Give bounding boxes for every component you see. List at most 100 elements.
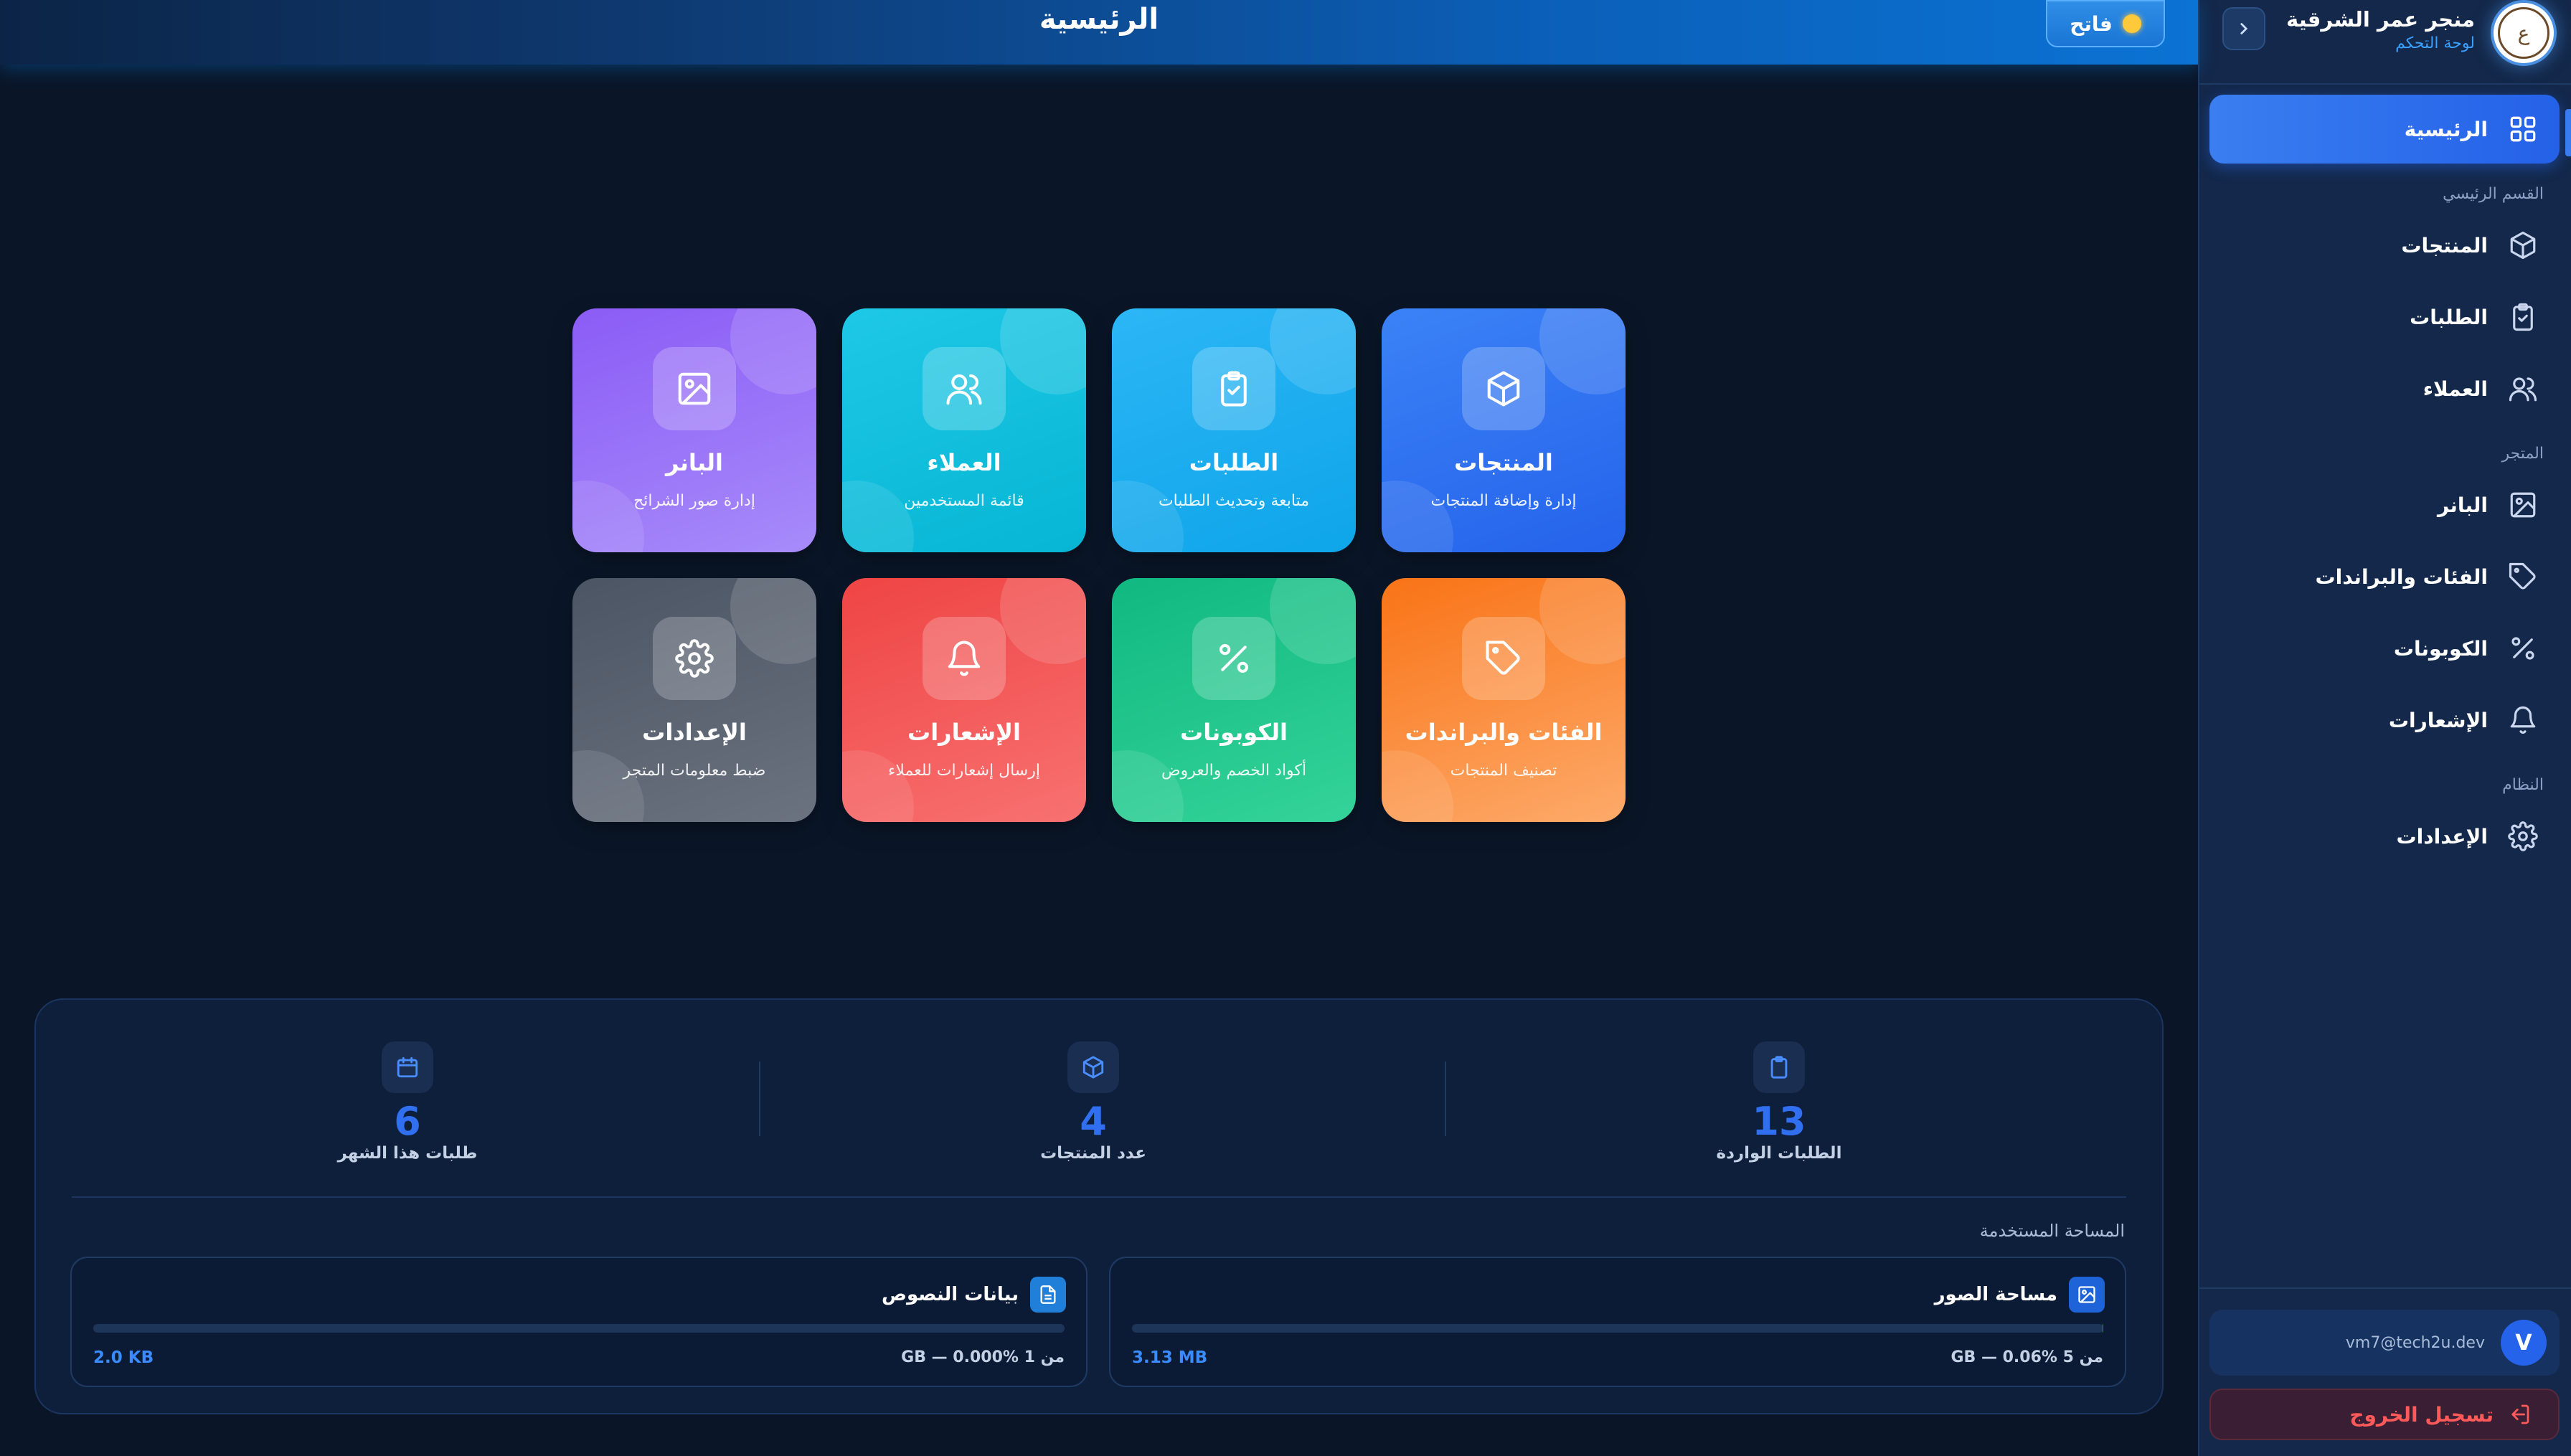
card-subtitle: تصنيف المنتجات (1450, 762, 1557, 780)
sidebar-item-coupons[interactable]: الكوبونات (2209, 614, 2560, 683)
calendar-icon (397, 1056, 418, 1078)
logout-label: تسجيل الخروج (2349, 1402, 2494, 1427)
clipboard-check-icon (1221, 371, 1247, 407)
stat-icon (382, 1041, 433, 1093)
card-icon (1192, 347, 1275, 430)
sidebar-item-notifications[interactable]: الإشعارات (2209, 686, 2560, 755)
storage-title: المساحة المستخدمة (1979, 1221, 2125, 1241)
sidebar-item-categories[interactable]: الفئات والبراندات (2209, 542, 2560, 611)
clipboard-icon (1770, 1056, 1788, 1079)
users-icon (946, 374, 982, 405)
divider (1445, 1062, 1446, 1136)
card-coupons[interactable]: الكوبونات أكواد الخصم والعروض (1112, 578, 1356, 822)
stat-incoming-orders: 13 الطلبات الواردة (1564, 1041, 1994, 1163)
storage-text-card: بيانات النصوص 2.0 KB من 1 GB — 0.000% (70, 1257, 1088, 1387)
storage-label: مساحة الصور (1934, 1284, 2057, 1305)
stat-value: 6 (394, 1099, 421, 1144)
user-email: vm7@tech2u.dev (2345, 1333, 2485, 1352)
sidebar-item-customers[interactable]: العملاء (2209, 354, 2560, 423)
card-subtitle: أكواد الخصم والعروض (1161, 762, 1306, 780)
card-icon (653, 347, 736, 430)
card-categories[interactable]: الفئات والبراندات تصنيف المنتجات (1382, 578, 1626, 822)
stat-value: 4 (1080, 1099, 1107, 1144)
logout-button[interactable]: تسجيل الخروج (2209, 1389, 2560, 1440)
divider (759, 1062, 760, 1136)
sidebar-item-label: الطلبات (2410, 305, 2488, 329)
active-indicator (2565, 109, 2571, 156)
tag-icon (2509, 562, 2536, 590)
card-settings[interactable]: الإعدادات ضبط معلومات المتجر (572, 578, 816, 822)
percent-icon (2511, 637, 2534, 660)
storage-used: 3.13 MB (1132, 1348, 1208, 1367)
sidebar-item-label: الإشعارات (2388, 708, 2488, 732)
card-title: الكوبونات (1180, 719, 1288, 746)
card-orders[interactable]: الطلبات متابعة وتحديث الطلبات (1112, 308, 1356, 552)
storage-label: بيانات النصوص (881, 1284, 1019, 1305)
card-customers[interactable]: العملاء قائمة المستخدمين (842, 308, 1086, 552)
users-icon (2509, 377, 2537, 402)
box-icon (2510, 231, 2536, 260)
stat-value: 13 (1752, 1099, 1806, 1144)
card-title: الطلبات (1189, 449, 1279, 476)
storage-quota: من 1 GB — 0.000% (901, 1348, 1065, 1366)
sidebar-item-home[interactable]: الرئيسية (2209, 95, 2560, 164)
clipboard-check-icon (2513, 303, 2533, 331)
tag-icon (1486, 640, 1520, 675)
sidebar-item-products[interactable]: المنتجات (2209, 211, 2560, 280)
logout-icon (2511, 1404, 2529, 1424)
card-products[interactable]: المنتجات إدارة وإضافة المنتجات (1382, 308, 1626, 552)
storage-header: مساحة الصور (1935, 1277, 2105, 1313)
collapse-sidebar-button[interactable] (2222, 7, 2265, 50)
user-profile[interactable]: V vm7@tech2u.dev (2209, 1310, 2560, 1376)
stat-label: طلبات هذا الشهر (337, 1144, 478, 1163)
stat-label: الطلبات الواردة (1716, 1144, 1842, 1163)
theme-label: فاتح (2070, 11, 2113, 36)
card-icon (923, 347, 1006, 430)
avatar: V (2501, 1320, 2547, 1366)
stat-month-orders: 6 طلبات هذا الشهر (192, 1041, 623, 1163)
top-bar: الرئيسية فاتح (0, 0, 2198, 65)
percent-icon (1219, 643, 1249, 673)
chevron-right-icon (2240, 23, 2248, 34)
section-label-store: المتجر (2501, 445, 2544, 463)
image-icon (2510, 492, 2536, 518)
card-subtitle: إدارة وإضافة المنتجات (1430, 492, 1577, 510)
card-icon (1192, 617, 1275, 700)
sidebar-item-banner[interactable]: البانر (2209, 471, 2560, 539)
sidebar-item-label: الرئيسية (2404, 117, 2488, 141)
store-logo: ع (2491, 0, 2557, 66)
sidebar-item-settings[interactable]: الإعدادات (2209, 802, 2560, 871)
sidebar-item-orders[interactable]: الطلبات (2209, 283, 2560, 351)
progress-bar (93, 1324, 1065, 1333)
divider (2198, 83, 2571, 85)
box-icon (1082, 1056, 1104, 1079)
bell-icon (948, 640, 981, 676)
theme-toggle-button[interactable]: فاتح (2046, 0, 2165, 47)
card-title: المنتجات (1454, 449, 1553, 476)
card-banner[interactable]: البانر إدارة صور الشرائح (572, 308, 816, 552)
card-icon (923, 617, 1006, 700)
card-subtitle: قائمة المستخدمين (904, 492, 1024, 510)
section-label-system: النظام (2502, 776, 2544, 794)
grid-icon (2510, 116, 2536, 142)
card-subtitle: إدارة صور الشرائح (633, 492, 755, 510)
store-name: منجر عمر الشرقية (2285, 7, 2475, 32)
stat-label: عدد المنتجات (1040, 1144, 1146, 1163)
document-icon (1040, 1285, 1056, 1304)
sidebar-item-label: العملاء (2423, 377, 2488, 401)
divider (2198, 1287, 2571, 1289)
card-title: الإعدادات (642, 719, 747, 746)
card-subtitle: متابعة وتحديث الطلبات (1158, 492, 1310, 510)
card-title: العملاء (927, 449, 1001, 476)
card-title: الفئات والبراندات (1405, 719, 1603, 746)
progress-bar (1132, 1324, 2103, 1333)
image-icon (2078, 1286, 2095, 1303)
sidebar-item-label: الفئات والبراندات (2315, 564, 2488, 589)
page-title: الرئيسية (1039, 3, 1159, 36)
card-notifications[interactable]: الإشعارات إرسال إشعارات للعملاء (842, 578, 1086, 822)
sidebar-item-label: الكوبونات (2393, 636, 2488, 661)
stat-icon (1067, 1041, 1119, 1093)
storage-quota: من 5 GB — 0.06% (1950, 1348, 2103, 1366)
storage-header: بيانات النصوص (882, 1277, 1066, 1313)
sidebar-item-label: المنتجات (2401, 233, 2488, 257)
